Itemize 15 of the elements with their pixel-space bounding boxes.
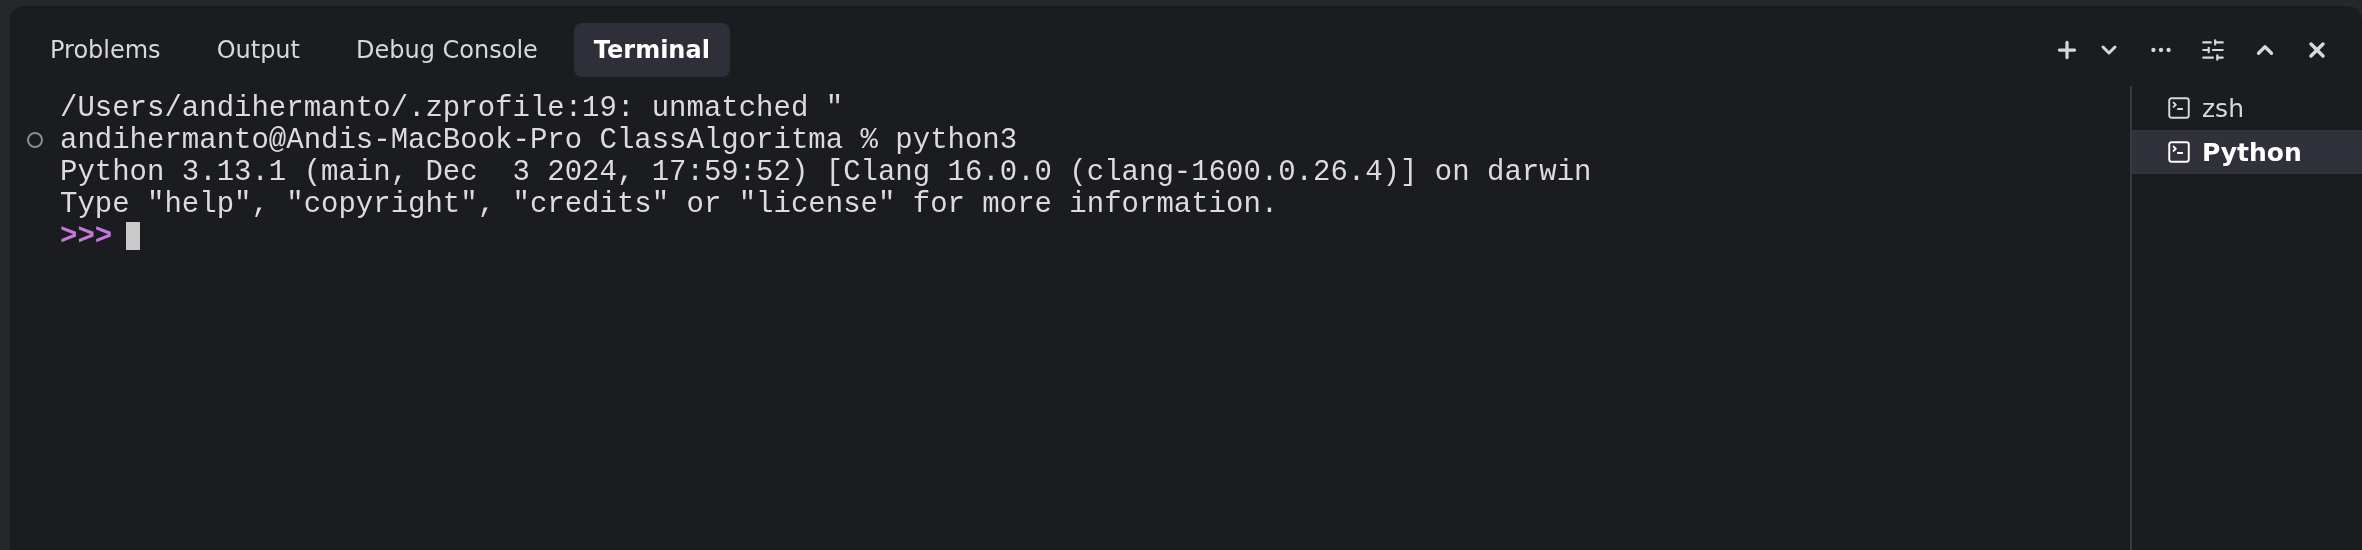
terminal-icon bbox=[2166, 95, 2192, 121]
panel-tab[interactable]: Terminal bbox=[573, 23, 730, 77]
terminal-icon bbox=[2166, 139, 2192, 165]
panel-tab[interactable]: Output bbox=[196, 23, 320, 77]
panel-tab[interactable]: Problems bbox=[30, 23, 181, 77]
terminal-list-item[interactable]: zsh bbox=[2132, 86, 2362, 130]
text-cursor bbox=[126, 222, 141, 250]
status-circle-icon bbox=[27, 132, 43, 148]
terminal-line: Type "help", "copyright", "credits" or "license" for more information. bbox=[60, 187, 1279, 221]
terminal-line: Python 3.13.1 (main, Dec 3 2024, 17:59:52) [Clang 16.0.0 (clang-1600.0.26.4)] on darwin bbox=[60, 155, 1592, 189]
terminal-line: andihermanto@Andis-MacBook-Pro ClassAlgoritma % python3 bbox=[60, 123, 1018, 157]
panel-tab[interactable]: Debug Console bbox=[336, 23, 558, 77]
terminal-line: /Users/andihermanto/.zprofile:19: unmatched " bbox=[60, 91, 844, 125]
python-prompt: >>> bbox=[60, 219, 113, 253]
terminal-list-item[interactable]: Python bbox=[2132, 130, 2362, 174]
